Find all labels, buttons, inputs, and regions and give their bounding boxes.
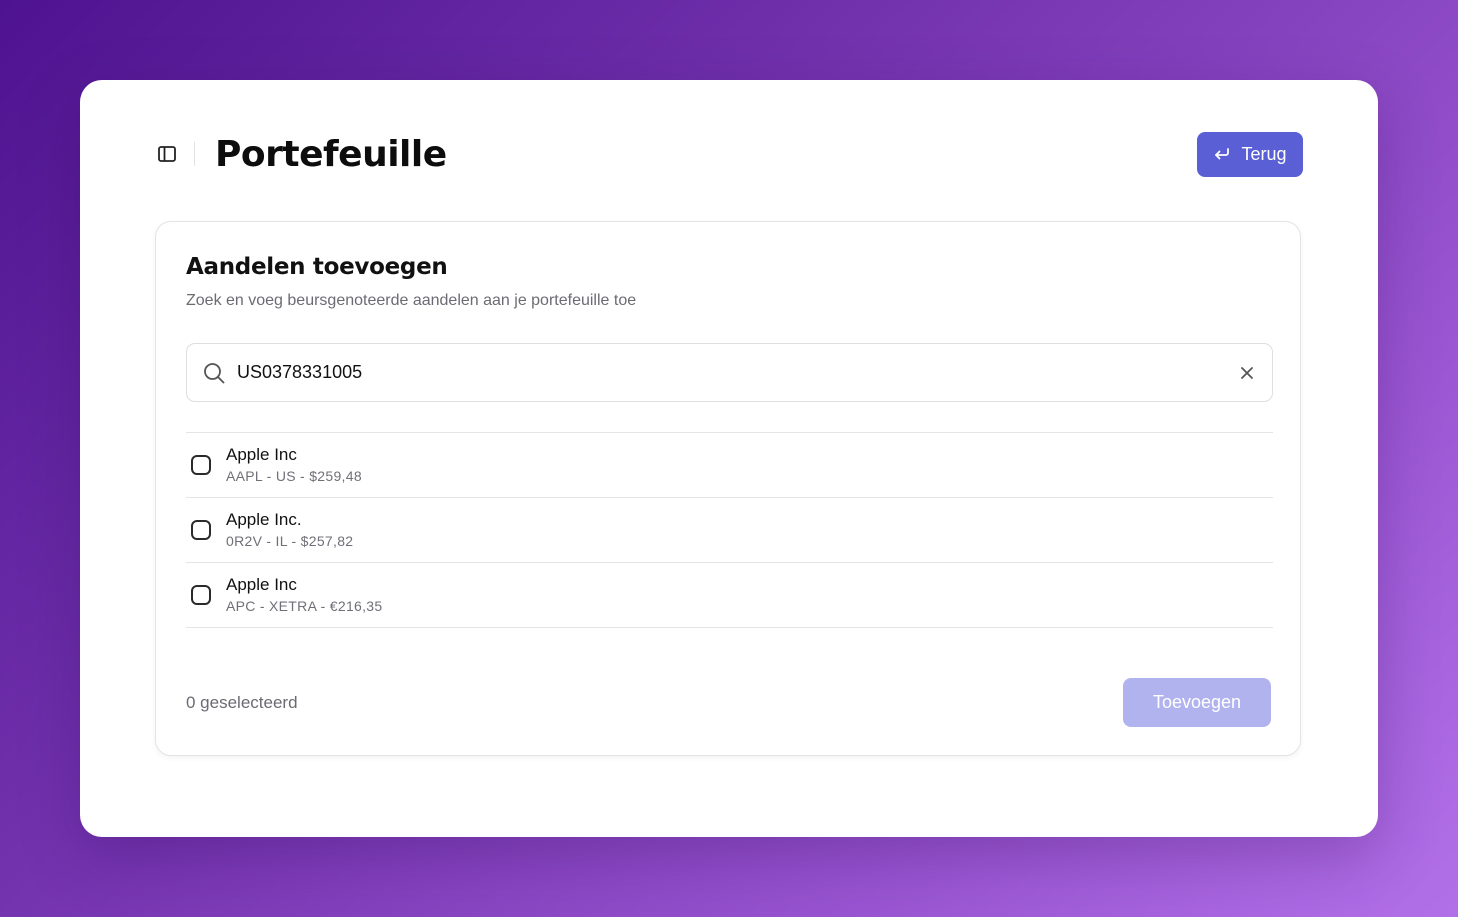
page-title: Portefeuille <box>215 133 447 175</box>
page-header: Portefeuille Terug <box>155 131 1303 177</box>
result-name: Apple Inc. <box>226 510 302 529</box>
header-divider <box>194 142 195 166</box>
checkbox[interactable] <box>191 585 211 605</box>
list-item[interactable]: Apple Inc APC - XETRA - €216,35 <box>186 563 1273 628</box>
return-arrow-icon <box>1215 148 1230 160</box>
search-box <box>186 343 1273 402</box>
selected-count: 0 geselecteerd <box>186 693 298 712</box>
back-button-label: Terug <box>1241 143 1287 164</box>
checkbox[interactable] <box>191 455 211 475</box>
result-name: Apple Inc <box>226 575 297 594</box>
app-window: Portefeuille Terug Aandelen toevoegen Zo… <box>80 80 1378 837</box>
result-text: Apple Inc APC - XETRA - €216,35 <box>226 574 382 616</box>
result-name: Apple Inc <box>226 445 297 464</box>
result-text: Apple Inc. 0R2V - IL - $257,82 <box>226 509 353 551</box>
result-text: Apple Inc AAPL - US - $259,48 <box>226 444 362 486</box>
add-button[interactable]: Toevoegen <box>1123 678 1271 727</box>
results-list: Apple Inc AAPL - US - $259,48 Apple Inc.… <box>186 432 1273 628</box>
sidebar-toggle-icon <box>158 146 176 162</box>
back-button[interactable]: Terug <box>1197 131 1303 177</box>
result-meta: 0R2V - IL - $257,82 <box>226 533 354 549</box>
result-meta: AAPL - US - $259,48 <box>226 468 362 484</box>
checkbox[interactable] <box>191 520 211 540</box>
list-item[interactable]: Apple Inc. 0R2V - IL - $257,82 <box>186 498 1273 563</box>
add-stocks-card: Aandelen toevoegen Zoek en voeg beursgen… <box>155 221 1301 756</box>
result-meta: APC - XETRA - €216,35 <box>226 598 383 614</box>
card-subtitle: Zoek en voeg beursgenoteerde aandelen aa… <box>186 292 637 309</box>
search-input[interactable] <box>237 362 1235 383</box>
search-icon <box>202 361 226 385</box>
sidebar-toggle-button[interactable] <box>155 142 179 166</box>
close-icon[interactable] <box>1235 361 1259 385</box>
card-title: Aandelen toevoegen <box>186 254 448 280</box>
list-item[interactable]: Apple Inc AAPL - US - $259,48 <box>186 433 1273 498</box>
